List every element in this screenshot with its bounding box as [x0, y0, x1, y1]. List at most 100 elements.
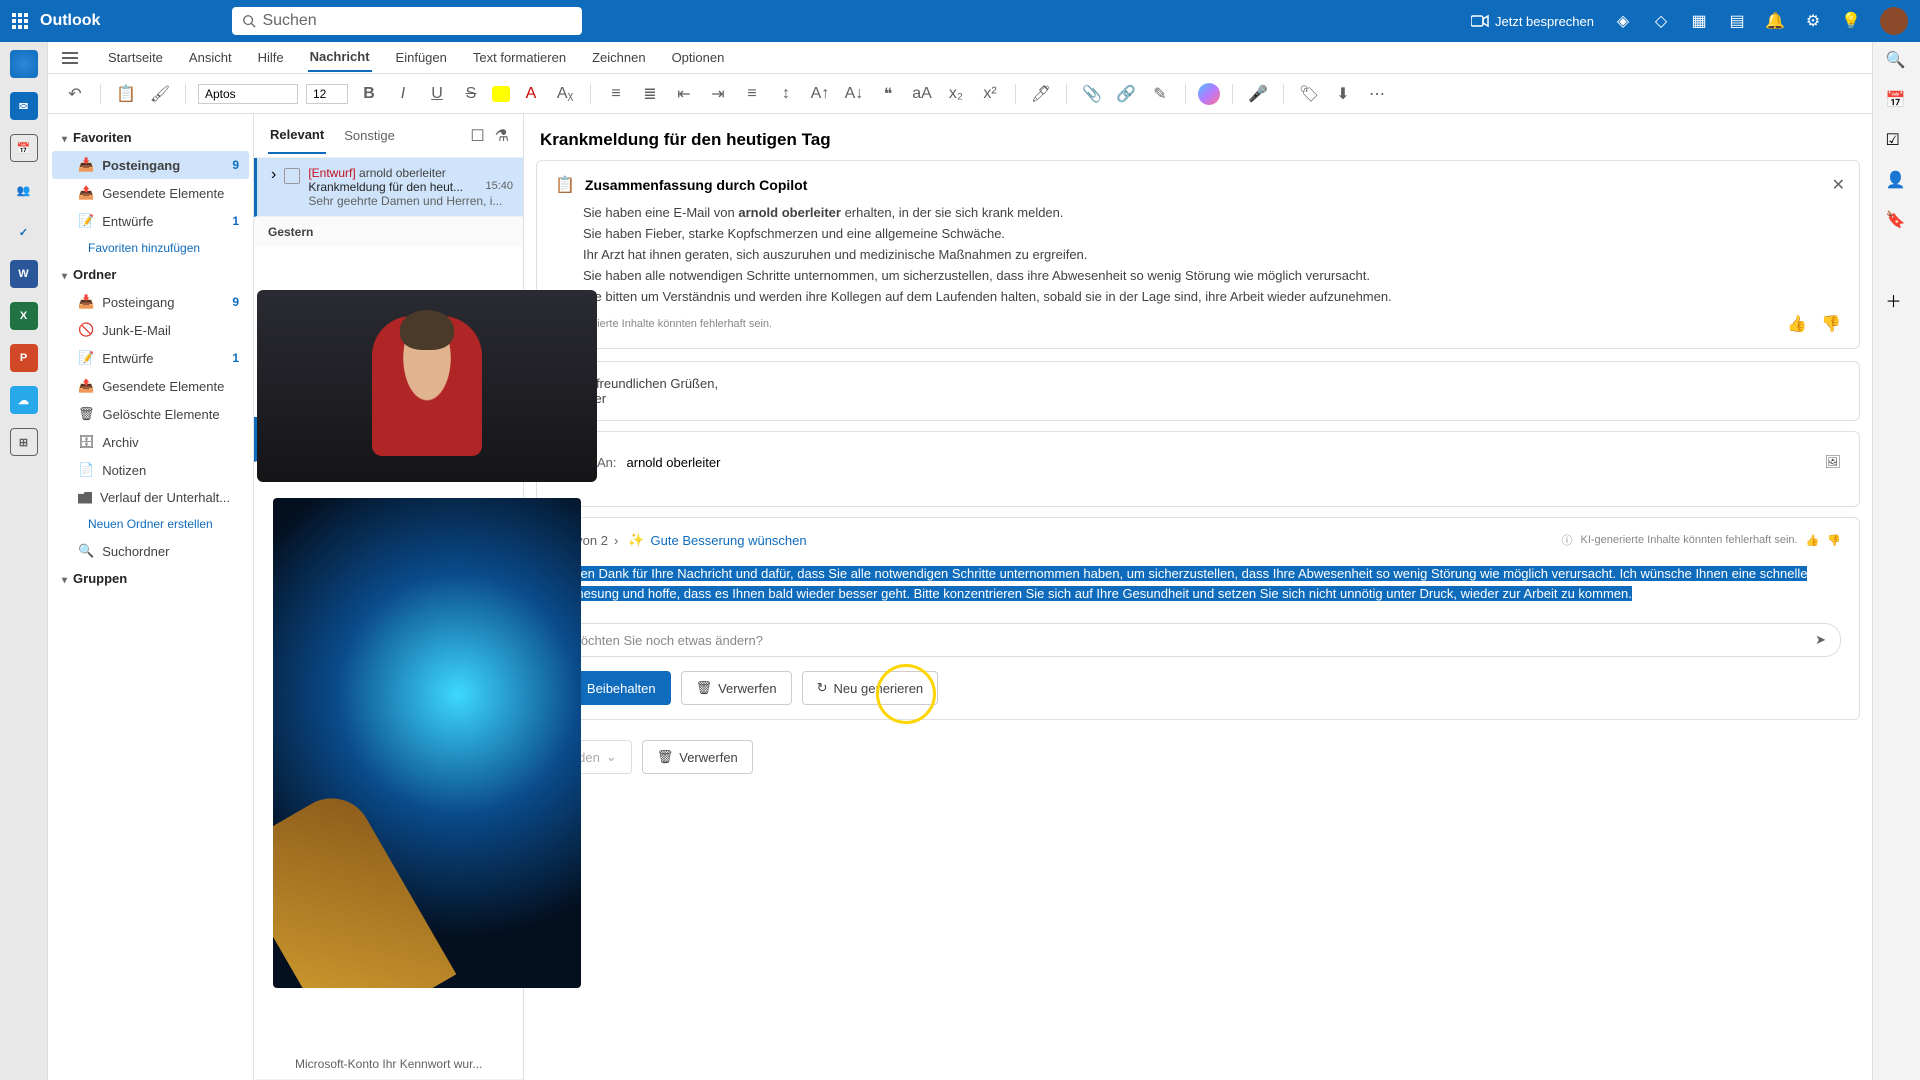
groups-header[interactable]: Gruppen: [52, 565, 249, 592]
rail-excel-icon[interactable]: X: [10, 302, 38, 330]
folders-header[interactable]: Ordner: [52, 261, 249, 288]
tab-sonstige[interactable]: Sonstige: [342, 118, 397, 153]
send-prompt-icon[interactable]: ➤: [1815, 632, 1826, 648]
rail-more-apps-icon[interactable]: ⊞: [10, 428, 38, 456]
tab-ansicht[interactable]: Ansicht: [187, 44, 234, 71]
thumbs-down-icon[interactable]: 👎: [1821, 314, 1841, 334]
search-input[interactable]: Suchen: [232, 7, 582, 35]
app-launcher-icon[interactable]: [12, 13, 28, 29]
strike-icon[interactable]: S: [458, 81, 484, 107]
download-icon[interactable]: ⬇: [1330, 81, 1356, 107]
rr-bookmark-icon[interactable]: 🔖: [1886, 210, 1908, 232]
add-favorite-link[interactable]: Favoriten hinzufügen: [52, 235, 249, 261]
favorites-header[interactable]: Favoriten: [52, 124, 249, 151]
outdent-icon[interactable]: ⇤: [671, 81, 697, 107]
copilot-icon[interactable]: [1198, 83, 1220, 105]
more-icon[interactable]: ⋯: [1364, 81, 1390, 107]
signature-icon[interactable]: ✎: [1147, 81, 1173, 107]
folder-notizen[interactable]: 📄Notizen: [52, 456, 249, 484]
underline-icon[interactable]: U: [424, 81, 450, 107]
message-item[interactable]: Microsoft-Konto Ihr Kennwort wur...: [254, 1049, 523, 1080]
link-icon[interactable]: 🔗: [1113, 81, 1139, 107]
tips-icon[interactable]: 💡: [1842, 12, 1860, 30]
regenerate-button[interactable]: ↻Neu generieren: [802, 671, 939, 705]
rail-onedrive-icon[interactable]: ☁: [10, 386, 38, 414]
settings-icon[interactable]: ⚙: [1804, 12, 1822, 30]
numbering-icon[interactable]: ≣: [637, 81, 663, 107]
fav-entwuerfe[interactable]: 📝Entwürfe1: [52, 207, 249, 235]
font-color-icon[interactable]: A: [518, 81, 544, 107]
rail-todo-icon[interactable]: ✓: [10, 218, 38, 246]
tab-relevant[interactable]: Relevant: [268, 117, 326, 154]
rr-calendar-icon[interactable]: 📅: [1886, 90, 1908, 112]
thumbs-up-icon[interactable]: 👍: [1787, 314, 1807, 334]
folder-verlauf[interactable]: Verlauf der Unterhalt...: [52, 484, 249, 511]
calendar-day-icon[interactable]: ▦: [1690, 12, 1708, 30]
styles-icon[interactable]: 🖊: [1028, 81, 1054, 107]
tab-startseite[interactable]: Startseite: [106, 44, 165, 71]
align-icon[interactable]: ≡: [739, 81, 765, 107]
font-size-select[interactable]: [306, 84, 348, 104]
rail-powerpoint-icon[interactable]: P: [10, 344, 38, 372]
superscript-icon[interactable]: x²: [977, 81, 1003, 107]
tab-einfuegen[interactable]: Einfügen: [394, 44, 449, 71]
nav-toggle-icon[interactable]: [62, 52, 78, 64]
font-name-select[interactable]: [198, 84, 298, 104]
rail-word-icon[interactable]: W: [10, 260, 38, 288]
clear-format-icon[interactable]: Aᵪ: [552, 81, 578, 107]
diamond-icon[interactable]: ◇: [1652, 12, 1670, 30]
folder-archiv[interactable]: 🗄Archiv: [52, 428, 249, 456]
expand-icon[interactable]: [271, 166, 276, 208]
fav-gesendete[interactable]: 📤Gesendete Elemente: [52, 179, 249, 207]
subscript-icon[interactable]: x₂: [943, 81, 969, 107]
folder-junk[interactable]: 🚫Junk-E-Mail: [52, 316, 249, 344]
rail-home-icon[interactable]: [10, 50, 38, 78]
tab-nachricht[interactable]: Nachricht: [308, 43, 372, 72]
rr-contacts-icon[interactable]: 👤: [1886, 170, 1908, 192]
folder-entwuerfe[interactable]: 📝Entwürfe1: [52, 344, 249, 372]
folder-geloeschte[interactable]: 🗑Gelöschte Elemente: [52, 400, 249, 428]
discard-button[interactable]: 🗑Verwerfen: [642, 740, 753, 774]
thumbs-up-icon[interactable]: 👍: [1806, 534, 1820, 547]
tab-hilfe[interactable]: Hilfe: [256, 44, 286, 71]
line-spacing-icon[interactable]: ↕: [773, 81, 799, 107]
picture-icon[interactable]: 🖼: [1824, 454, 1841, 470]
next-draft-icon[interactable]: ›: [614, 533, 618, 548]
notifications-icon[interactable]: 🔔: [1766, 12, 1784, 30]
tab-zeichnen[interactable]: Zeichnen: [590, 44, 647, 71]
attach-icon[interactable]: 📎: [1079, 81, 1105, 107]
dictate-icon[interactable]: 🎤: [1245, 81, 1271, 107]
highlight-icon[interactable]: [492, 86, 510, 102]
indent-icon[interactable]: ⇥: [705, 81, 731, 107]
change-case-icon[interactable]: aA: [909, 81, 935, 107]
select-all-icon[interactable]: ☐: [470, 126, 484, 146]
account-avatar[interactable]: [1880, 7, 1908, 35]
decrease-font-icon[interactable]: A↓: [841, 81, 867, 107]
rr-search-icon[interactable]: 🔍: [1886, 50, 1908, 72]
undo-icon[interactable]: ↶: [62, 81, 88, 107]
tab-text-formatieren[interactable]: Text formatieren: [471, 44, 568, 71]
teams-icon[interactable]: ◈: [1614, 12, 1632, 30]
rr-todo-icon[interactable]: ☑: [1886, 130, 1908, 152]
format-painter-icon[interactable]: 🖌: [147, 81, 173, 107]
bullets-icon[interactable]: ≡: [603, 81, 629, 107]
folder-posteingang[interactable]: 📥Posteingang9: [52, 288, 249, 316]
draft-text-area[interactable]: Vielen Dank für Ihre Nachricht und dafür…: [555, 560, 1841, 607]
rail-people-icon[interactable]: 👥: [10, 176, 38, 204]
new-folder-link[interactable]: Neuen Ordner erstellen: [52, 511, 249, 537]
close-icon[interactable]: ✕: [1832, 175, 1845, 195]
to-recipient[interactable]: arnold oberleiter: [627, 455, 721, 470]
discard-draft-button[interactable]: 🗑Verwerfen: [681, 671, 792, 705]
refine-prompt-input[interactable]: Möchten Sie noch etwas ändern? ➤: [555, 623, 1841, 657]
rail-mail-icon[interactable]: ✉: [10, 92, 38, 120]
message-checkbox[interactable]: [284, 168, 300, 184]
sensitivity-icon[interactable]: 🏷: [1296, 81, 1322, 107]
rr-add-icon[interactable]: ＋: [1886, 288, 1908, 310]
rail-calendar-icon[interactable]: 📅: [10, 134, 38, 162]
meet-now-button[interactable]: Jetzt besprechen: [1471, 14, 1594, 29]
italic-icon[interactable]: I: [390, 81, 416, 107]
draft-tone-button[interactable]: ✨ Gute Besserung wünschen: [628, 532, 806, 548]
message-item[interactable]: [Entwurf] arnold oberleiter Krankmeldung…: [254, 158, 523, 217]
increase-font-icon[interactable]: A↑: [807, 81, 833, 107]
fav-posteingang[interactable]: 📥Posteingang9: [52, 151, 249, 179]
